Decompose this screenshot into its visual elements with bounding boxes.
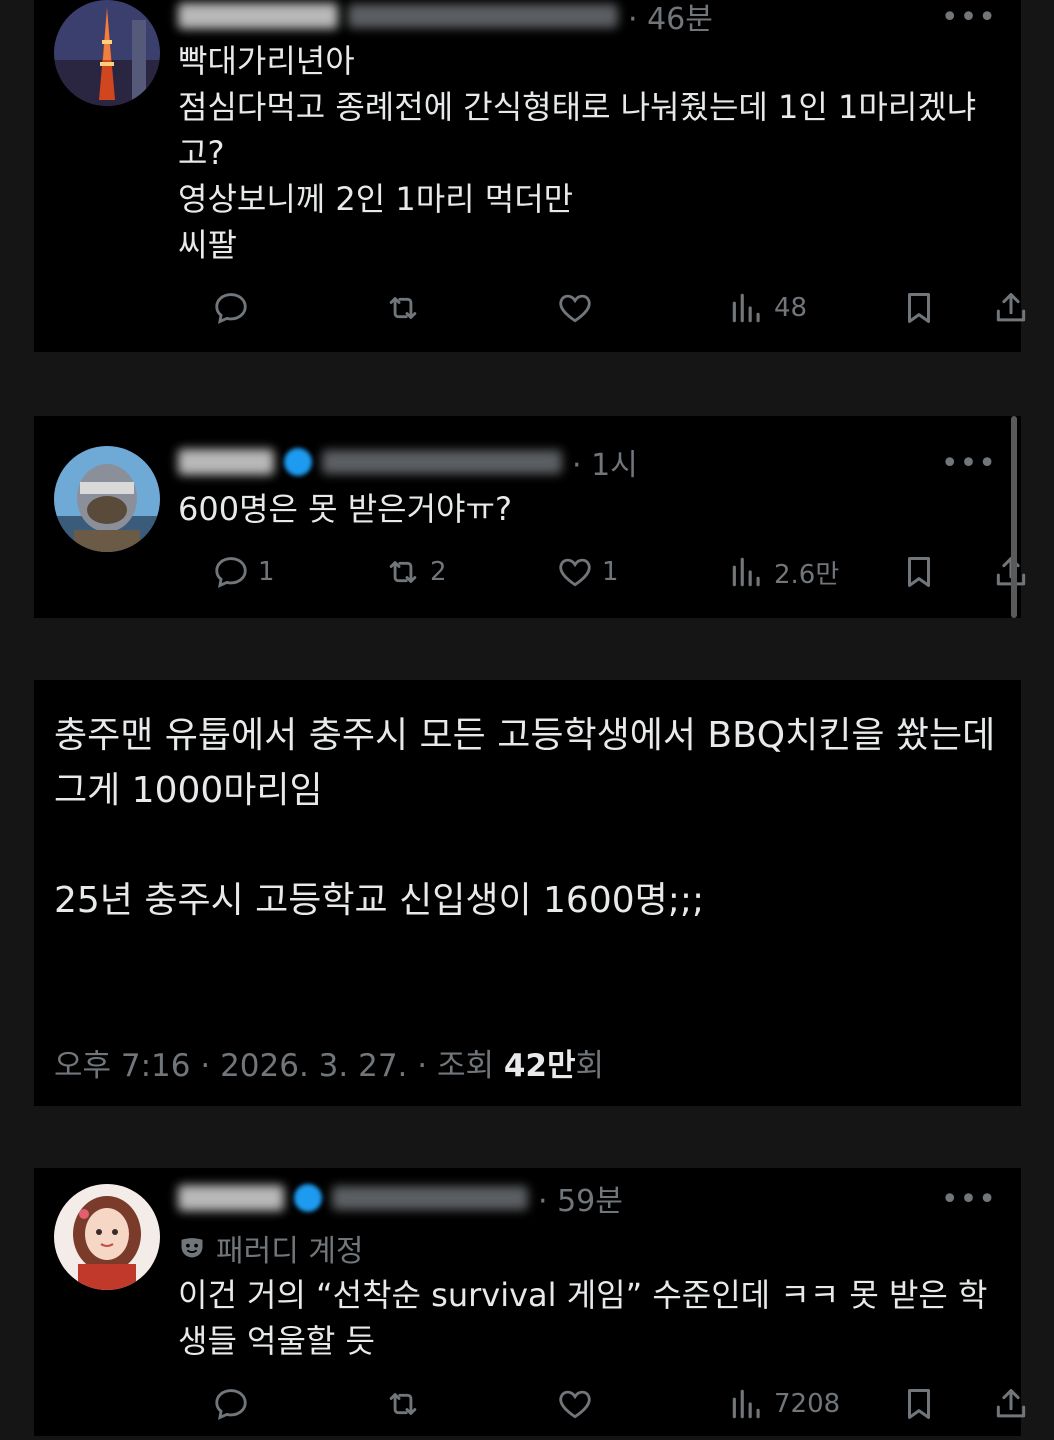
tokyo-tower-image [54, 0, 160, 106]
more-icon[interactable]: ••• [941, 446, 997, 481]
bookmark-icon [900, 1385, 938, 1423]
cartoon-character-image [54, 446, 160, 552]
action-bar: 48 [178, 286, 997, 330]
views-button[interactable]: 7208 [728, 1382, 840, 1426]
reply-header: · 1시 [178, 440, 638, 484]
time-text: 59분 [557, 1184, 623, 1219]
post-timestamp[interactable]: 오후 7:16 · 2026. 3. 27. · 조회 [54, 1048, 504, 1084]
parody-label-text: 패러디 계정 [216, 1234, 364, 1269]
share-icon [992, 1385, 1030, 1423]
more-icon[interactable]: ••• [941, 1182, 997, 1217]
reply-time[interactable]: · 59분 [538, 1176, 623, 1220]
views-count: 7208 [774, 1389, 841, 1419]
post-text: 충주맨 유툽에서 충주시 모든 고등학생에서 BBQ치킨을 쐈는데 그게 100… [54, 715, 996, 921]
views-button[interactable]: 48 [728, 286, 807, 330]
reply-button[interactable]: 1 [212, 550, 275, 594]
share-button[interactable] [992, 286, 1030, 330]
more-icon[interactable]: ••• [941, 0, 997, 35]
reply-icon [212, 1385, 250, 1423]
bookmark-button[interactable] [900, 286, 938, 330]
repost-icon [384, 553, 422, 591]
reply-button[interactable] [212, 286, 250, 330]
repost-button[interactable] [384, 286, 422, 330]
reply-card-2[interactable]: · 1시 ••• 600명은 못 받은거야ㅠ? 1 2 1 2.6만 [34, 416, 1021, 618]
time-text: 46분 [647, 2, 713, 37]
like-icon [556, 289, 594, 327]
views-icon [728, 289, 766, 327]
reply-text: 600명은 못 받은거야ㅠ? [178, 490, 512, 528]
scrollbar[interactable] [1011, 416, 1017, 618]
reply-icon [212, 289, 250, 327]
reply-header: · 46분 [178, 0, 713, 38]
repost-button[interactable]: 2 [384, 550, 447, 594]
like-button[interactable] [556, 1382, 594, 1426]
reply-icon [212, 553, 250, 591]
views-suffix: 회 [575, 1048, 605, 1084]
like-icon [556, 1385, 594, 1423]
repost-icon [384, 1385, 422, 1423]
reply-time[interactable]: · 46분 [628, 0, 713, 38]
reply-card-3[interactable]: · 59분 ••• 패러디 계정 이건 거의 “선착순 survival 게임”… [34, 1168, 1021, 1436]
reply-time[interactable]: · 1시 [572, 440, 638, 484]
verified-icon [294, 1184, 322, 1212]
time-text: 1시 [591, 448, 638, 483]
display-name[interactable] [178, 1185, 284, 1211]
reply-count: 1 [258, 557, 275, 587]
verified-icon [284, 448, 312, 476]
illustrated-girl-image [54, 1184, 160, 1290]
share-icon [992, 289, 1030, 327]
reply-text: 빡대가리년아 점심다먹고 종례전에 간식형태로 나눠줬는데 1인 1마리겠냐고?… [178, 42, 977, 264]
share-button[interactable] [992, 1382, 1030, 1426]
user-handle[interactable] [348, 4, 618, 28]
bookmark-icon [900, 553, 938, 591]
action-bar: 7208 [178, 1382, 997, 1426]
views-button[interactable]: 2.6만 [728, 550, 839, 594]
bookmark-button[interactable] [900, 550, 938, 594]
reply-button[interactable] [212, 1382, 250, 1426]
views-count: 48 [774, 293, 808, 323]
views-icon [728, 1385, 766, 1423]
user-handle[interactable] [332, 1186, 528, 1210]
display-name[interactable] [178, 3, 338, 29]
views-count: 42만 [503, 1048, 576, 1084]
post-meta: 오후 7:16 · 2026. 3. 27. · 조회 42만회 [54, 1040, 604, 1085]
main-post: 충주맨 유툽에서 충주시 모든 고등학생에서 BBQ치킨을 쐈는데 그게 100… [34, 680, 1021, 1106]
views-icon [728, 553, 766, 591]
like-button[interactable] [556, 286, 594, 330]
reply-text: 이건 거의 “선착순 survival 게임” 수준인데 ㅋㅋ 못 받은 학생들… [178, 1276, 988, 1360]
like-count: 1 [602, 557, 619, 587]
avatar[interactable] [54, 1184, 160, 1290]
parody-mask-icon [181, 1238, 203, 1258]
user-handle[interactable] [322, 450, 562, 474]
reply-header: · 59분 [178, 1176, 623, 1220]
like-icon [556, 553, 594, 591]
bookmark-icon [900, 289, 938, 327]
avatar[interactable] [54, 0, 160, 106]
like-button[interactable]: 1 [556, 550, 619, 594]
views-count: 2.6만 [774, 559, 840, 590]
action-bar: 1 2 1 2.6만 [178, 550, 997, 594]
display-name[interactable] [178, 449, 274, 475]
bookmark-button[interactable] [900, 1382, 938, 1426]
repost-icon [384, 289, 422, 327]
repost-button[interactable] [384, 1382, 422, 1426]
parody-label: 패러디 계정 [178, 1226, 364, 1270]
repost-count: 2 [430, 557, 447, 587]
reply-card-1[interactable]: · 46분 ••• 빡대가리년아 점심다먹고 종례전에 간식형태로 나눠줬는데 … [34, 0, 1021, 352]
avatar[interactable] [54, 446, 160, 552]
